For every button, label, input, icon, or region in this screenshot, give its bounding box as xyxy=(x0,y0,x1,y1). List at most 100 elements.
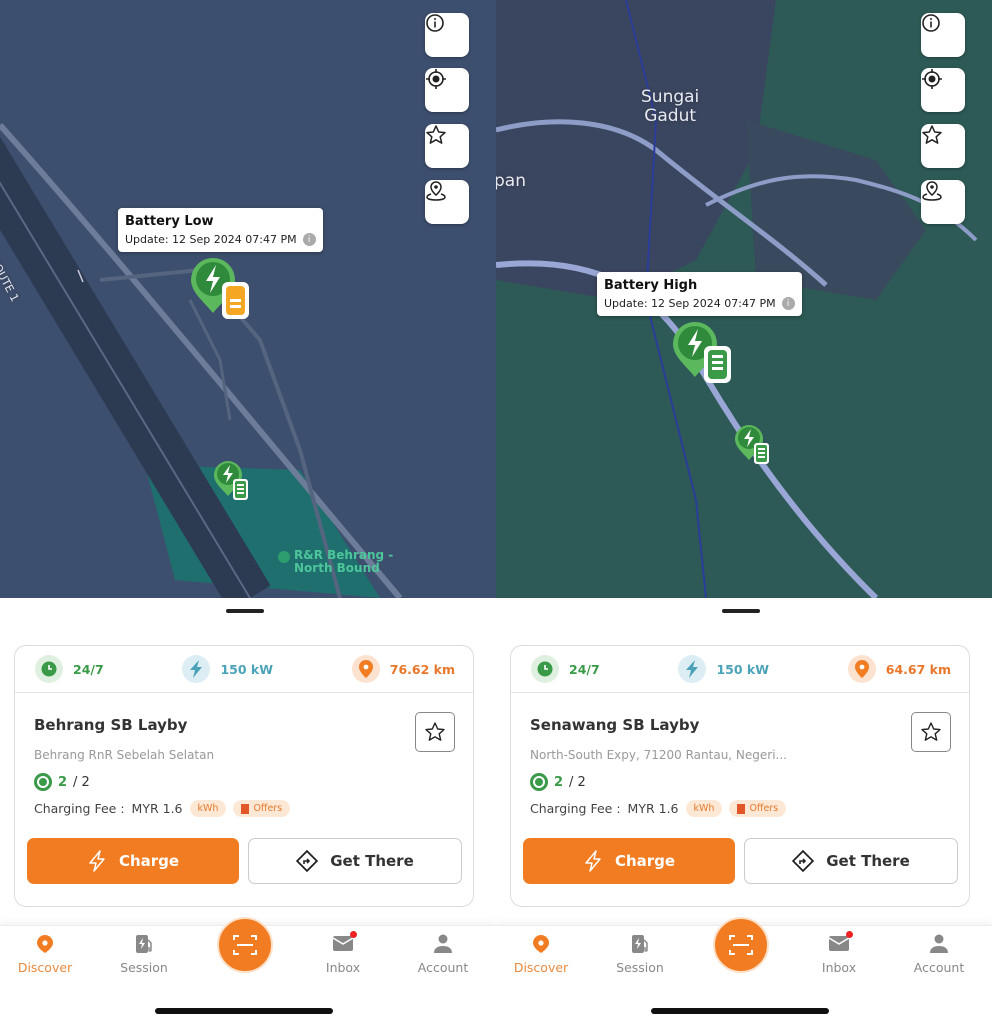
tooltip-title: Battery High xyxy=(604,278,698,293)
distance-value: 76.62 km xyxy=(389,661,455,677)
charge-label: Charge xyxy=(118,852,180,870)
available-count: 2 xyxy=(58,774,68,790)
connector-icon xyxy=(530,773,548,791)
info-button[interactable] xyxy=(425,13,469,57)
nav-label: Account xyxy=(913,960,965,975)
unit-badge: kWh xyxy=(189,800,227,817)
bottom-nav: Discover Session Inbox Account xyxy=(496,917,992,1000)
charge-button[interactable]: Charge xyxy=(523,838,735,884)
available-count: 2 xyxy=(554,774,564,790)
scan-icon xyxy=(729,935,753,955)
total-count: / 2 xyxy=(569,774,586,790)
get-there-label: Get There xyxy=(826,852,910,870)
poi-name: R&R Behrang - North Bound xyxy=(294,548,394,575)
charger-marker[interactable] xyxy=(213,460,253,502)
favorite-button[interactable] xyxy=(415,712,455,752)
get-there-button[interactable]: Get There xyxy=(248,838,462,884)
location-pin-icon xyxy=(37,935,53,953)
fee-label: Charging Fee : xyxy=(34,801,125,816)
lightning-icon xyxy=(678,655,707,683)
offers-badge[interactable]: Offers xyxy=(729,800,787,817)
nav-inbox[interactable]: Inbox xyxy=(799,931,879,975)
station-card[interactable]: 24/7 150 kW 76.62 km Behrang SB Layby Be… xyxy=(14,645,474,907)
charging-fee: Charging Fee : MYR 1.6 kWh Offers xyxy=(530,800,787,817)
nav-label: Inbox xyxy=(325,960,361,975)
poi-label[interactable]: R&R Behrang - North Bound xyxy=(278,549,393,575)
get-there-button[interactable]: Get There xyxy=(744,838,958,884)
offers-label: Offers xyxy=(253,803,283,814)
tooltip-title: Battery Low xyxy=(125,214,214,229)
station-stats: 24/7 150 kW 76.62 km xyxy=(15,646,473,693)
star-icon xyxy=(921,722,941,741)
crosshair-icon xyxy=(922,69,942,89)
scan-icon xyxy=(233,935,257,955)
locate-me-button[interactable] xyxy=(425,68,469,112)
nav-label: Discover xyxy=(513,960,569,975)
station-card[interactable]: 24/7 150 kW 64.67 km Senawang SB Layby N… xyxy=(510,645,970,907)
hours-value: 24/7 xyxy=(73,661,104,677)
favorites-button[interactable] xyxy=(425,124,469,168)
star-icon xyxy=(425,722,445,741)
info-icon[interactable]: i xyxy=(302,233,316,246)
total-count: / 2 xyxy=(73,774,90,790)
directions-icon xyxy=(296,850,319,872)
offer-tag-icon xyxy=(241,803,250,814)
nav-label: Discover xyxy=(17,960,73,975)
nav-session[interactable]: Session xyxy=(600,934,680,975)
home-indicator xyxy=(651,1008,829,1014)
info-button[interactable] xyxy=(921,13,965,57)
charger-power: 150 kW xyxy=(678,655,769,683)
nav-account[interactable]: Account xyxy=(899,934,979,975)
lightning-icon xyxy=(182,655,211,683)
map-pin-icon xyxy=(426,181,446,201)
nav-discover[interactable]: Discover xyxy=(5,934,85,975)
charger-marker-selected[interactable] xyxy=(671,320,737,386)
clock-icon xyxy=(35,655,63,683)
map[interactable]: Sungai Gadut pan Battery High Update: 12… xyxy=(496,0,992,598)
offers-badge[interactable]: Offers xyxy=(233,800,291,817)
opening-hours: 24/7 xyxy=(531,655,600,683)
power-value: 150 kW xyxy=(220,661,273,677)
unread-badge xyxy=(350,931,357,938)
connector-icon xyxy=(34,773,52,791)
connector-availability: 2 / 2 xyxy=(34,773,90,791)
fee-value: MYR 1.6 xyxy=(131,801,183,816)
user-icon xyxy=(434,934,452,953)
favorite-button[interactable] xyxy=(911,712,951,752)
nav-discover[interactable]: Discover xyxy=(501,934,581,975)
tooltip-update: Update: 12 Sep 2024 07:47 PM xyxy=(125,233,297,246)
get-there-label: Get There xyxy=(330,852,414,870)
nearby-location-button[interactable] xyxy=(921,180,965,224)
unit-badge: kWh xyxy=(685,800,723,817)
fee-label: Charging Fee : xyxy=(530,801,621,816)
charger-power: 150 kW xyxy=(182,655,273,683)
charger-marker-selected[interactable] xyxy=(189,256,255,322)
tooltip-update: Update: 12 Sep 2024 07:47 PM xyxy=(604,297,776,310)
lightning-icon xyxy=(585,850,601,872)
nearby-location-button[interactable] xyxy=(425,180,469,224)
directions-icon xyxy=(792,850,815,872)
scan-qr-button[interactable] xyxy=(217,917,273,973)
charge-button[interactable]: Charge xyxy=(27,838,239,884)
sheet-drag-handle[interactable] xyxy=(722,609,760,613)
station-name: Senawang SB Layby xyxy=(530,716,700,734)
star-icon xyxy=(426,125,446,144)
sheet-drag-handle[interactable] xyxy=(226,609,264,613)
nav-account[interactable]: Account xyxy=(403,934,483,975)
distance: 64.67 km xyxy=(847,655,951,683)
app-screen: ROUTE 1 R&R Behrang - North Bound Batter… xyxy=(0,0,496,1024)
app-screen: Sungai Gadut pan Battery High Update: 12… xyxy=(496,0,992,1024)
map[interactable]: ROUTE 1 R&R Behrang - North Bound Batter… xyxy=(0,0,496,598)
nav-label: Inbox xyxy=(821,960,857,975)
info-icon[interactable]: i xyxy=(781,297,795,310)
locate-me-button[interactable] xyxy=(921,68,965,112)
offers-label: Offers xyxy=(749,803,779,814)
nav-session[interactable]: Session xyxy=(104,934,184,975)
info-icon xyxy=(426,14,444,32)
favorites-button[interactable] xyxy=(921,124,965,168)
nav-inbox[interactable]: Inbox xyxy=(303,931,383,975)
station-name: Behrang SB Layby xyxy=(34,716,188,734)
charger-marker[interactable] xyxy=(734,424,774,466)
bottom-nav: Discover Session Inbox Account xyxy=(0,917,496,1000)
scan-qr-button[interactable] xyxy=(713,917,769,973)
